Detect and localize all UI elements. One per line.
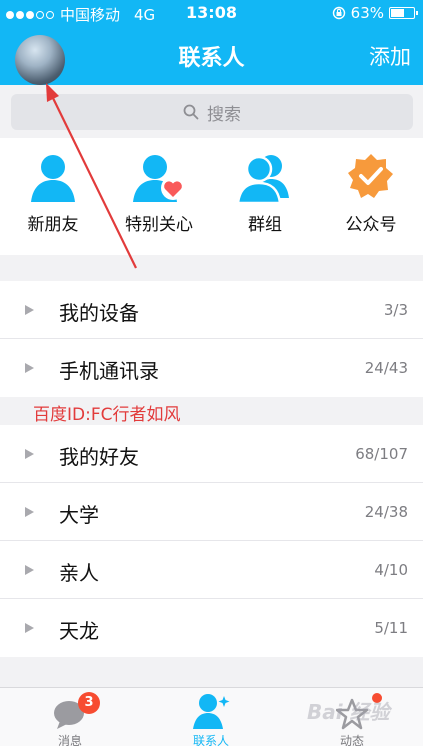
status-right: 63% [332,4,418,22]
watermark-band: 百度ID:FC行者如风 [0,397,423,425]
expand-arrow-icon [25,363,34,373]
header: 中国移动 4G 13:08 63% 联系人 添加 [0,0,423,85]
group-name: 天龙 [59,619,99,643]
battery-percent: 63% [350,4,384,22]
add-button[interactable]: 添加 [369,41,411,71]
group-count: 24/43 [364,359,408,377]
expand-arrow-icon [25,565,34,575]
tab-label: 动态 [339,734,364,746]
status-bar: 中国移动 4G 13:08 63% [0,0,423,26]
group-name: 大学 [59,503,99,527]
expand-arrow-icon [25,305,34,315]
search-bar: 搜索 [0,85,423,138]
tab-label: 消息 [57,734,82,746]
baidu-watermark-logo: Bai 经验 [307,700,390,724]
unread-badge: 3 [78,692,100,714]
tab-contacts[interactable]: 联系人 [141,688,281,746]
quick-entry-special-care[interactable]: 特别关心 [109,152,209,235]
group-row-family[interactable]: 亲人 4/10 [0,541,423,599]
group-count: 5/11 [374,619,408,637]
expand-arrow-icon [25,507,34,517]
group-count: 3/3 [383,301,408,319]
group-row-phone-contacts[interactable]: 手机通讯录 24/43 [0,339,423,397]
contacts-person-icon [193,694,230,729]
group-row-my-friends[interactable]: 我的好友 68/107 [0,425,423,483]
quick-entry-label: 特别关心 [125,215,193,235]
search-input[interactable]: 搜索 [11,94,413,130]
quick-entry-group[interactable]: 群组 [215,152,315,235]
group-name: 我的设备 [59,301,139,325]
official-account-icon [341,152,401,204]
group-row-tianlong[interactable]: 天龙 5/11 [0,599,423,657]
group-count: 24/38 [364,503,408,521]
rotation-lock-icon [332,6,345,20]
battery-icon [389,7,418,19]
quick-entry-label: 公众号 [345,215,397,235]
watermark-text: 百度ID:FC行者如风 [33,405,181,425]
group-name: 亲人 [59,561,99,585]
quick-entries: 新朋友 特别关心 群组 公众号 [0,138,423,255]
new-friend-icon [23,152,83,204]
expand-arrow-icon [25,449,34,459]
group-row-university[interactable]: 大学 24/38 [0,483,423,541]
tab-messages[interactable]: 3 消息 [0,688,140,746]
tab-label: 联系人 [192,734,229,746]
expand-arrow-icon [25,623,34,633]
page-title: 联系人 [178,46,245,71]
quick-entry-label: 群组 [248,215,282,235]
quick-entry-official-account[interactable]: 公众号 [321,152,421,235]
group-count: 4/10 [374,561,408,579]
quick-entry-label: 新朋友 [27,215,79,235]
group-icon [235,152,295,205]
group-row-my-devices[interactable]: 我的设备 3/3 [0,281,423,339]
quick-entry-new-friend[interactable]: 新朋友 [3,152,103,235]
group-name: 我的好友 [59,445,139,469]
group-count: 68/107 [355,445,408,463]
search-placeholder: 搜索 [207,104,241,125]
section-gap [0,255,423,281]
group-name: 手机通讯录 [59,359,159,383]
special-care-icon [129,152,189,204]
search-icon [183,104,199,120]
